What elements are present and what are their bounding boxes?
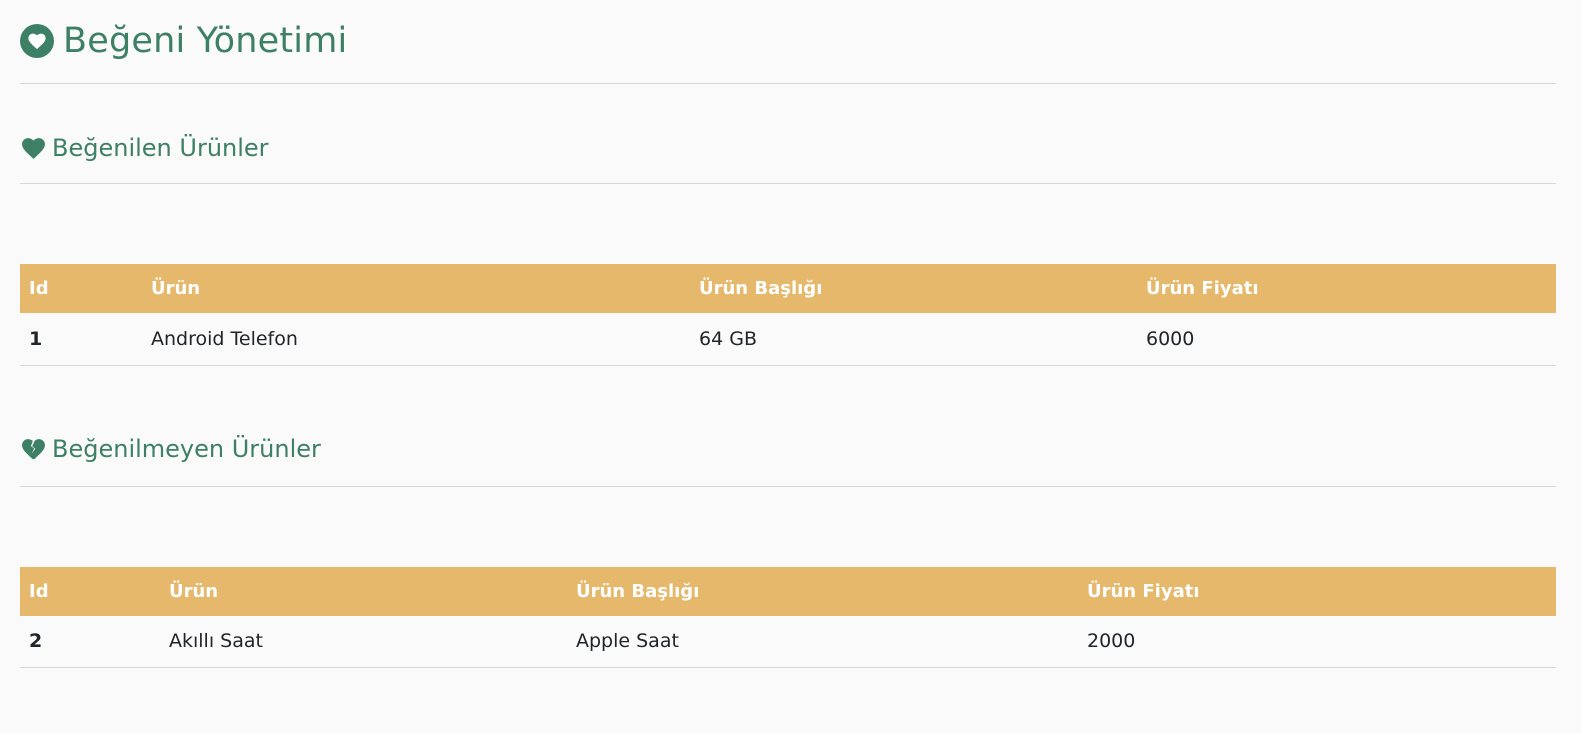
heart-glyph bbox=[28, 33, 46, 49]
column-header-price: Ürün Fiyatı bbox=[1146, 278, 1259, 299]
cell-heading: Apple Saat bbox=[567, 615, 1078, 668]
cell-heading: 64 GB bbox=[690, 313, 1137, 366]
column-header-product: Ürün bbox=[169, 580, 219, 602]
page-title-row: Beğeni Yönetimi bbox=[20, 21, 347, 61]
heart-icon bbox=[20, 136, 47, 160]
table-header-row: Id Ürün Ürün Başlığı Ürün Fiyatı bbox=[20, 264, 1556, 313]
table-header-row: Id Ürün Ürün Başlığı Ürün Fiyatı bbox=[20, 566, 1556, 616]
disliked-section-title: Beğenilmeyen Ürünler bbox=[52, 434, 321, 463]
table-row: 2 Akıllı Saat Apple Saat 2000 bbox=[20, 615, 1556, 668]
disliked-section-header: Beğenilmeyen Ürünler bbox=[20, 366, 1556, 487]
cell-price: 6000 bbox=[1137, 313, 1556, 366]
page-header: Beğeni Yönetimi bbox=[20, 0, 1556, 84]
cell-price: 2000 bbox=[1078, 615, 1556, 668]
liked-section-title: Beğenilen Ürünler bbox=[52, 133, 269, 162]
column-header-heading: Ürün Başlığı bbox=[576, 580, 700, 602]
column-header-product: Ürün bbox=[151, 278, 201, 299]
cell-id: 2 bbox=[20, 615, 160, 668]
heart-broken-icon bbox=[20, 437, 47, 461]
column-header-id: Id bbox=[29, 278, 49, 299]
column-header-id: Id bbox=[29, 580, 49, 602]
table-row: 1 Android Telefon 64 GB 6000 bbox=[20, 313, 1556, 366]
page-title: Beğeni Yönetimi bbox=[63, 20, 348, 61]
column-header-heading: Ürün Başlığı bbox=[699, 278, 823, 299]
column-header-price: Ürün Fiyatı bbox=[1087, 580, 1200, 602]
page-container: Beğeni Yönetimi Beğenilen Ürünler Id Ürü… bbox=[20, 0, 1556, 668]
cell-id: 1 bbox=[20, 313, 142, 366]
liked-products-table: Id Ürün Ürün Başlığı Ürün Fiyatı 1 Andro… bbox=[20, 264, 1556, 366]
heart-circle-icon bbox=[20, 23, 54, 58]
disliked-title-row: Beğenilmeyen Ürünler bbox=[20, 435, 321, 463]
liked-title-row: Beğenilen Ürünler bbox=[20, 134, 269, 162]
disliked-products-table: Id Ürün Ürün Başlığı Ürün Fiyatı 2 Akıll… bbox=[20, 566, 1556, 668]
cell-product: Akıllı Saat bbox=[160, 615, 567, 668]
liked-section-header: Beğenilen Ürünler bbox=[20, 84, 1556, 184]
cell-product: Android Telefon bbox=[142, 313, 690, 366]
